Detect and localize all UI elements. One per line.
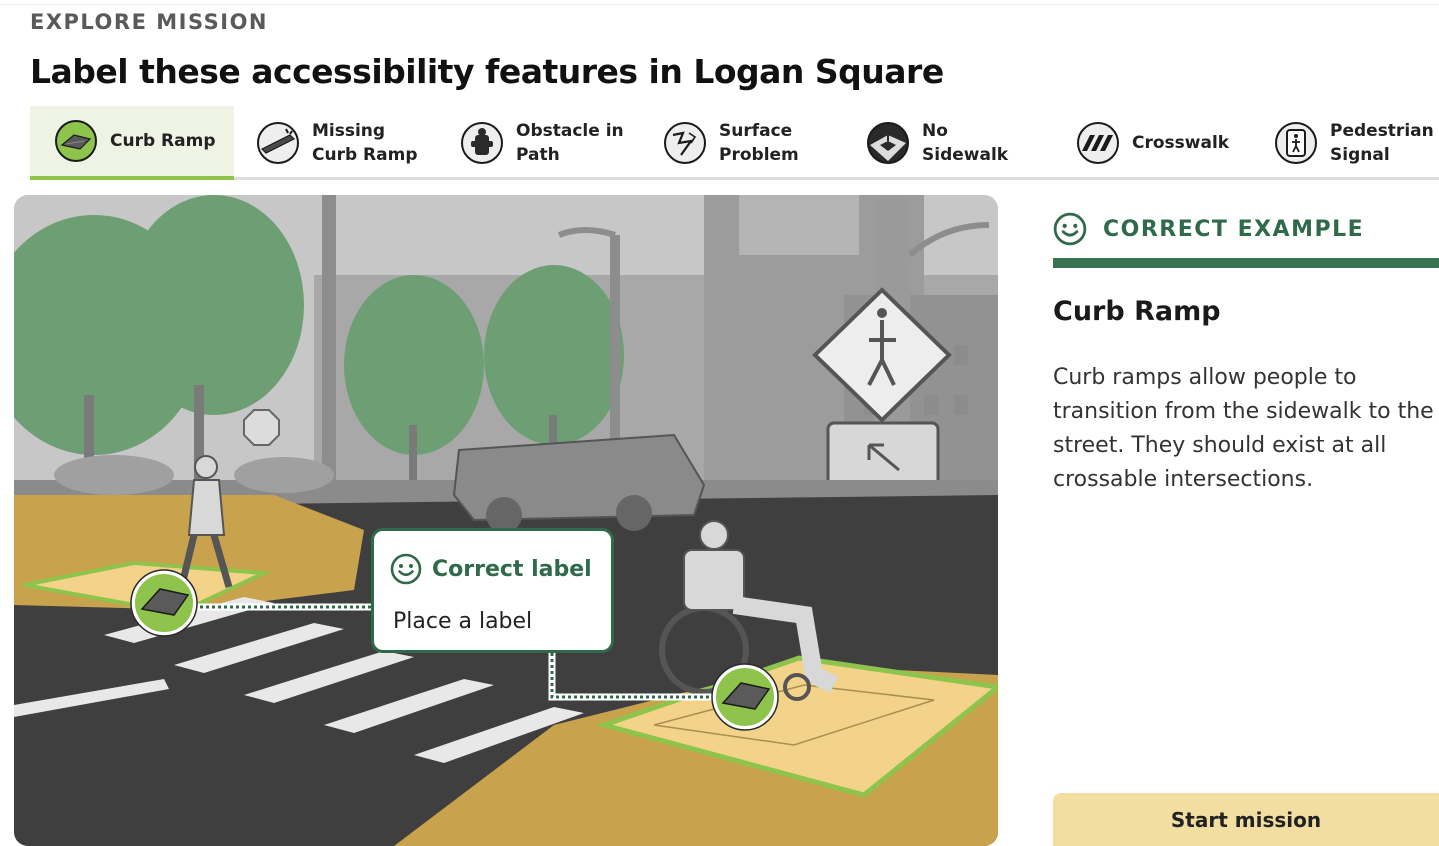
no-sidewalk-icon [867, 122, 909, 164]
tab-missing-curb-ramp[interactable]: Missing Curb Ramp [256, 106, 446, 180]
tab-label: Pedestrian Signal [1330, 121, 1434, 165]
example-panel: CORRECT EXAMPLE Curb Ramp Curb ramps all… [1053, 205, 1439, 497]
curb-ramp-icon [55, 120, 97, 162]
tab-label: Curb Ramp [110, 131, 216, 151]
missing-curb-ramp-icon [257, 122, 299, 164]
tab-label: Crosswalk [1132, 133, 1230, 153]
tab-surface-problem[interactable]: Surface Problem [663, 106, 853, 180]
tab-crosswalk[interactable]: Crosswalk [1076, 106, 1266, 180]
street-scene-illustration [14, 195, 998, 846]
smiley-icon [390, 553, 422, 585]
correct-label-callout: Correct label Place a label [371, 528, 614, 653]
smiley-icon [1053, 212, 1087, 246]
crosswalk-icon [1077, 122, 1119, 164]
tab-pedestrian-signal[interactable]: Pedestrian Signal [1274, 106, 1439, 180]
tab-obstacle-in-path[interactable]: Obstacle in Path [460, 106, 650, 180]
tab-label: Surface Problem [719, 121, 799, 165]
start-mission-button[interactable]: Start mission [1053, 793, 1439, 846]
surface-problem-icon [664, 122, 706, 164]
label-marker-left[interactable] [130, 569, 198, 637]
feature-title: Curb Ramp [1053, 296, 1221, 327]
fire-hydrant-icon [461, 122, 503, 164]
tab-label: Obstacle in Path [516, 121, 624, 165]
callout-body: Place a label [393, 609, 533, 634]
tab-curb-ramp[interactable]: Curb Ramp [30, 106, 234, 180]
label-marker-right[interactable] [711, 663, 779, 731]
tab-no-sidewalk[interactable]: No Sidewalk [866, 106, 1056, 180]
top-divider [0, 4, 1439, 5]
feature-tabs: Curb Ramp Missing Curb Ramp Obstacle in … [30, 106, 1439, 180]
street-scene-graphic [14, 195, 998, 846]
feature-description: Curb ramps allow people to transition fr… [1053, 365, 1434, 492]
panel-heading: CORRECT EXAMPLE [1103, 216, 1365, 242]
callout-heading: Correct label [432, 556, 592, 582]
panel-heading-bar [1053, 258, 1439, 268]
tab-label: No Sidewalk [922, 121, 1009, 165]
pedestrian-signal-icon [1275, 122, 1317, 164]
mission-eyebrow: EXPLORE MISSION [30, 10, 268, 34]
tab-label: Missing Curb Ramp [312, 121, 418, 165]
page-title: Label these accessibility features in Lo… [30, 52, 944, 91]
